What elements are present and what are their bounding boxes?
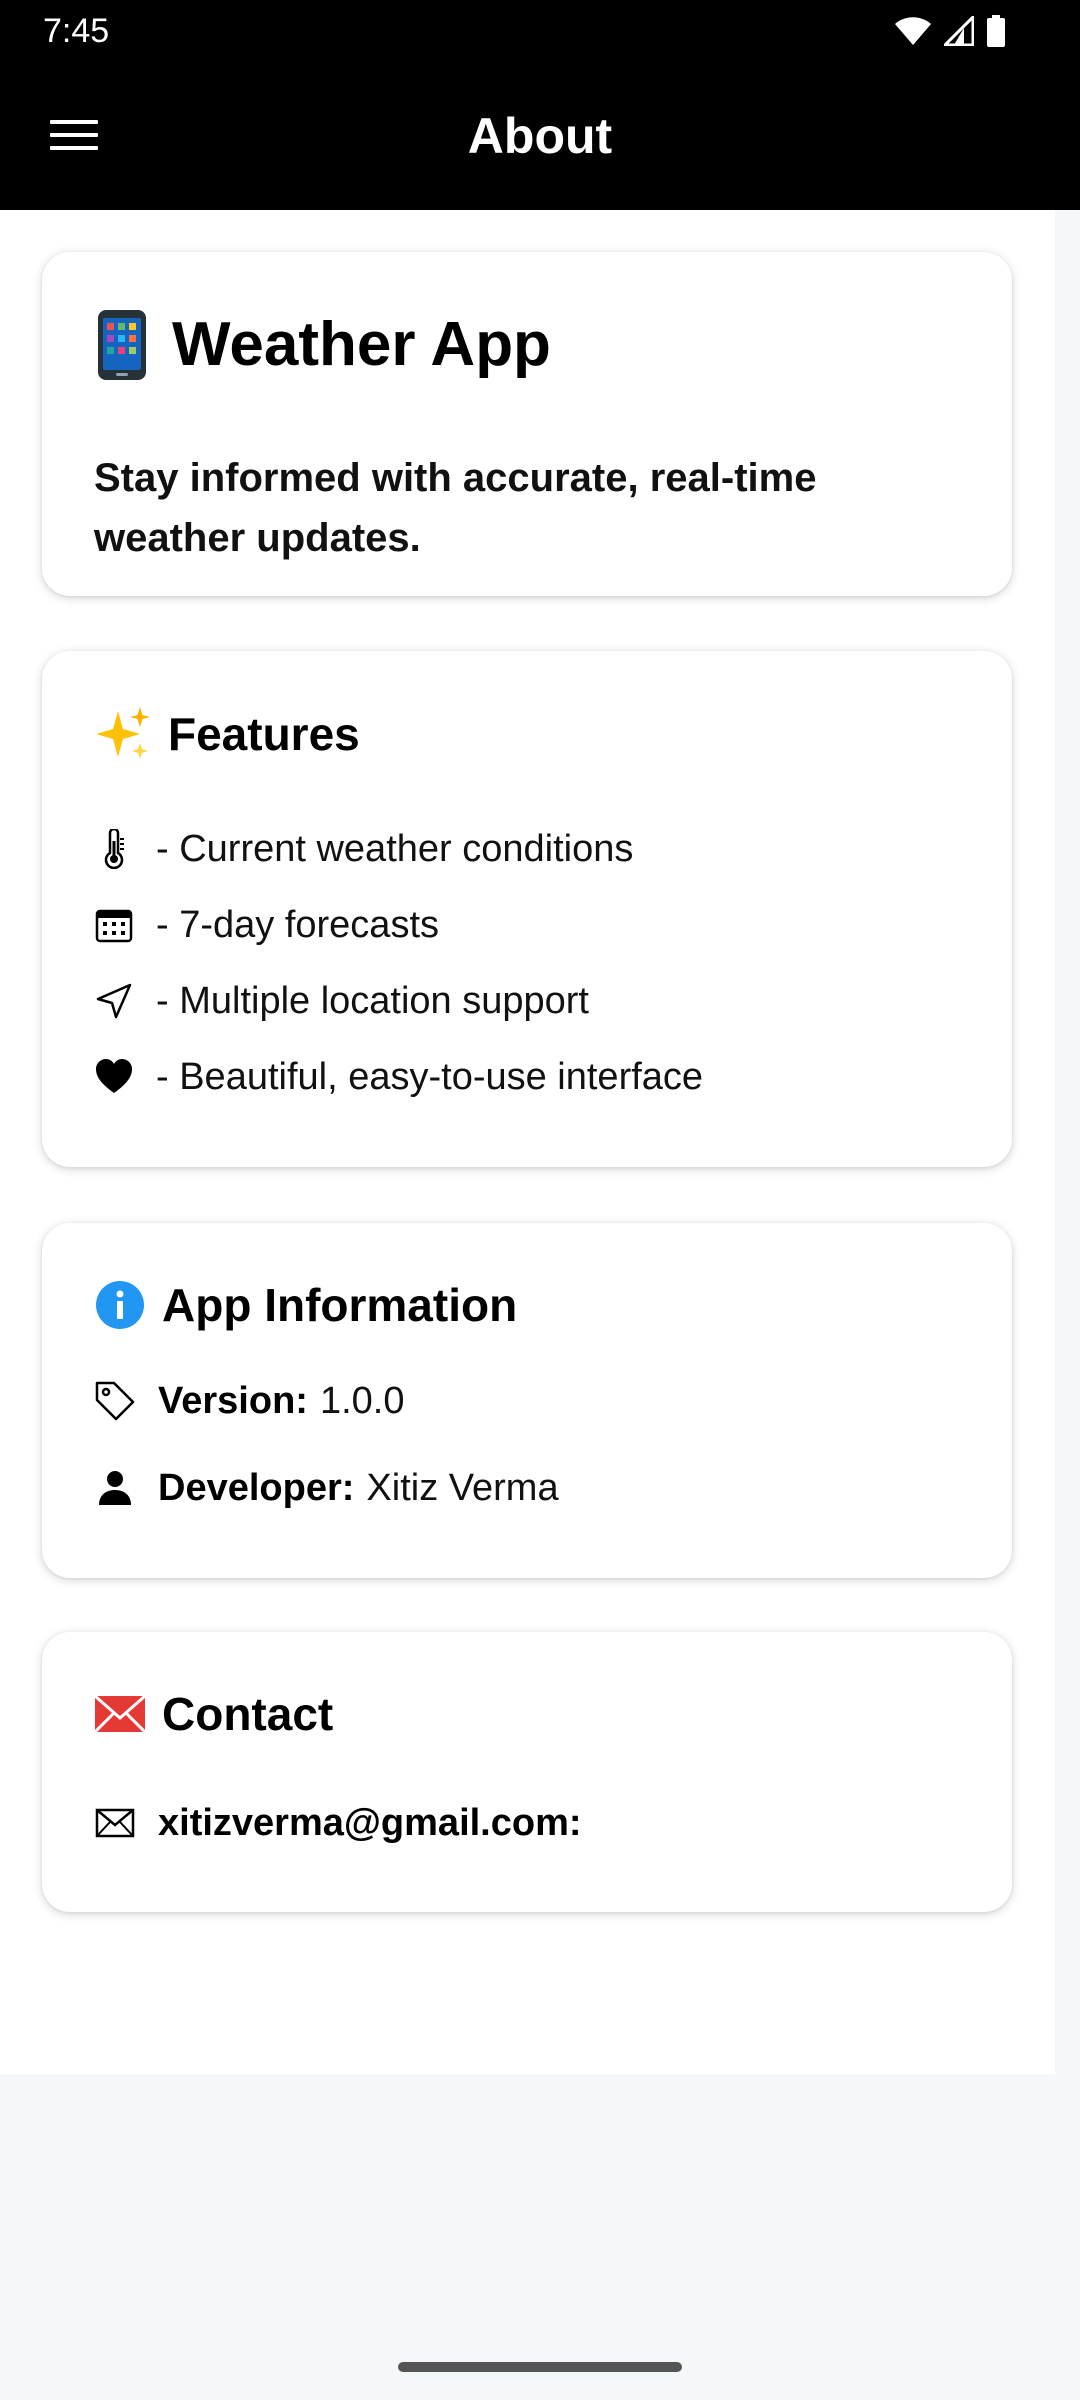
- list-item: - Current weather conditions: [94, 811, 703, 887]
- list-item: - Multiple location support: [94, 963, 703, 1039]
- contact-email[interactable]: xitizverma@gmail.com:: [158, 1800, 582, 1846]
- feature-label: - Current weather conditions: [156, 828, 634, 870]
- app-card: Weather App Stay informed with accurate,…: [42, 252, 1012, 596]
- sparkles-icon: [96, 707, 150, 759]
- person-icon: [99, 1471, 131, 1505]
- features-card: Features - Current weather conditions - …: [42, 651, 1012, 1167]
- features-list: - Current weather conditions - 7-day for…: [94, 811, 703, 1115]
- heart-icon: [96, 1059, 132, 1093]
- envelope-icon: [94, 1694, 146, 1734]
- status-bar: 7:45: [0, 0, 1080, 62]
- feature-label: - Multiple location support: [156, 980, 589, 1022]
- features-title: Features: [168, 708, 360, 760]
- contact-card: Contact xitizverma@gmail.com:: [42, 1632, 1012, 1912]
- home-indicator[interactable]: [398, 2362, 682, 2372]
- features-header: Features: [94, 705, 360, 763]
- version-value: 1.0.0: [319, 1380, 405, 1422]
- contact-header: Contact: [94, 1686, 333, 1742]
- app-name: Weather App: [172, 310, 551, 379]
- navigation-icon: [96, 983, 132, 1019]
- app-description: Stay informed with accurate, real-time w…: [94, 456, 817, 560]
- info-icon: [96, 1281, 144, 1329]
- version-row: Version: 1.0.0: [94, 1373, 404, 1429]
- app-information-header: App Information: [94, 1277, 517, 1333]
- feature-label: - 7-day forecasts: [156, 904, 439, 946]
- content-area[interactable]: Weather App Stay informed with accurate,…: [0, 210, 1055, 2074]
- email-row[interactable]: xitizverma@gmail.com:: [94, 1795, 582, 1851]
- battery-icon: [987, 15, 1005, 47]
- calendar-icon: [95, 909, 133, 943]
- app-information-card: App Information Version: 1.0.0 Developer…: [42, 1223, 1012, 1578]
- developer-row: Developer: Xitiz Verma: [94, 1460, 559, 1516]
- wifi-icon: [895, 17, 931, 45]
- developer-value: Xitiz Verma: [366, 1467, 559, 1509]
- mail-outline-icon: [95, 1808, 135, 1838]
- developer-label: Developer:: [158, 1467, 355, 1509]
- signal-icon: [944, 16, 974, 46]
- list-item: - 7-day forecasts: [94, 887, 703, 963]
- app-bar: About: [0, 62, 1080, 210]
- app-card-header: Weather App: [94, 308, 551, 382]
- feature-label: - Beautiful, easy-to-use interface: [156, 1056, 704, 1098]
- status-icons: [894, 14, 1006, 48]
- app-information-title: App Information: [162, 1279, 518, 1331]
- thermometer-icon: [104, 829, 124, 869]
- status-time: 7:45: [43, 12, 110, 50]
- contact-title: Contact: [162, 1688, 334, 1740]
- mobile-phone-icon: [98, 310, 146, 380]
- list-item: - Beautiful, easy-to-use interface: [94, 1039, 703, 1115]
- page-title: About: [467, 108, 613, 164]
- tag-icon: [95, 1381, 135, 1421]
- version-label: Version:: [158, 1380, 308, 1422]
